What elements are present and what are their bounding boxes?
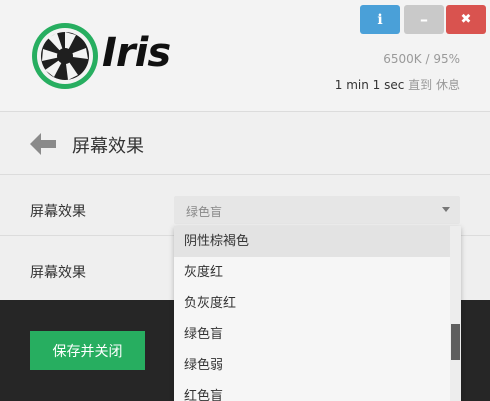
chevron-down-icon <box>442 207 450 212</box>
aperture-icon <box>32 23 98 89</box>
page-title-bar: 屏幕效果 <box>0 112 490 175</box>
page-title: 屏幕效果 <box>72 136 144 157</box>
back-arrow-icon[interactable] <box>30 133 56 155</box>
setting-label: 屏幕效果 <box>30 265 86 281</box>
select-value: 绿色盲 <box>186 205 223 219</box>
scrollbar-thumb[interactable] <box>451 324 460 360</box>
close-button[interactable]: ✖ <box>446 5 486 34</box>
close-icon: ✖ <box>460 12 472 27</box>
dropdown-option[interactable]: 红色盲 <box>174 381 450 401</box>
screen-effect-dropdown: 阴性棕褐色 灰度红 负灰度红 绿色盲 绿色弱 红色盲 <box>174 226 461 401</box>
minimize-icon: – <box>420 10 428 29</box>
color-temperature-readout: 6500K / 95% <box>383 52 460 66</box>
dropdown-scrollbar[interactable] <box>450 226 461 401</box>
dropdown-option[interactable]: 绿色盲 <box>174 319 450 350</box>
timer-value: 1 min 1 sec <box>334 78 405 92</box>
break-timer: 1 min 1 sec 直到 休息 <box>335 76 460 93</box>
dropdown-option[interactable]: 阴性棕褐色 <box>174 226 450 257</box>
info-button[interactable]: i <box>360 5 400 34</box>
setting-label: 屏幕效果 <box>30 204 86 220</box>
dropdown-option[interactable]: 负灰度红 <box>174 288 450 319</box>
save-and-close-button[interactable]: 保存并关闭 <box>30 331 145 370</box>
app-header: Iris i – ✖ 6500K / 95% 1 min 1 sec 直到 休息 <box>0 0 490 112</box>
brand-name: Iris <box>102 30 171 76</box>
minimize-button[interactable]: – <box>404 5 444 34</box>
dropdown-option[interactable]: 绿色弱 <box>174 350 450 381</box>
timer-suffix: 直到 休息 <box>408 78 460 92</box>
dropdown-list: 阴性棕褐色 灰度红 负灰度红 绿色盲 绿色弱 红色盲 <box>174 226 450 401</box>
info-icon: i <box>377 11 383 28</box>
dropdown-option[interactable]: 灰度红 <box>174 257 450 288</box>
screen-effect-select[interactable]: 绿色盲 <box>174 196 460 224</box>
